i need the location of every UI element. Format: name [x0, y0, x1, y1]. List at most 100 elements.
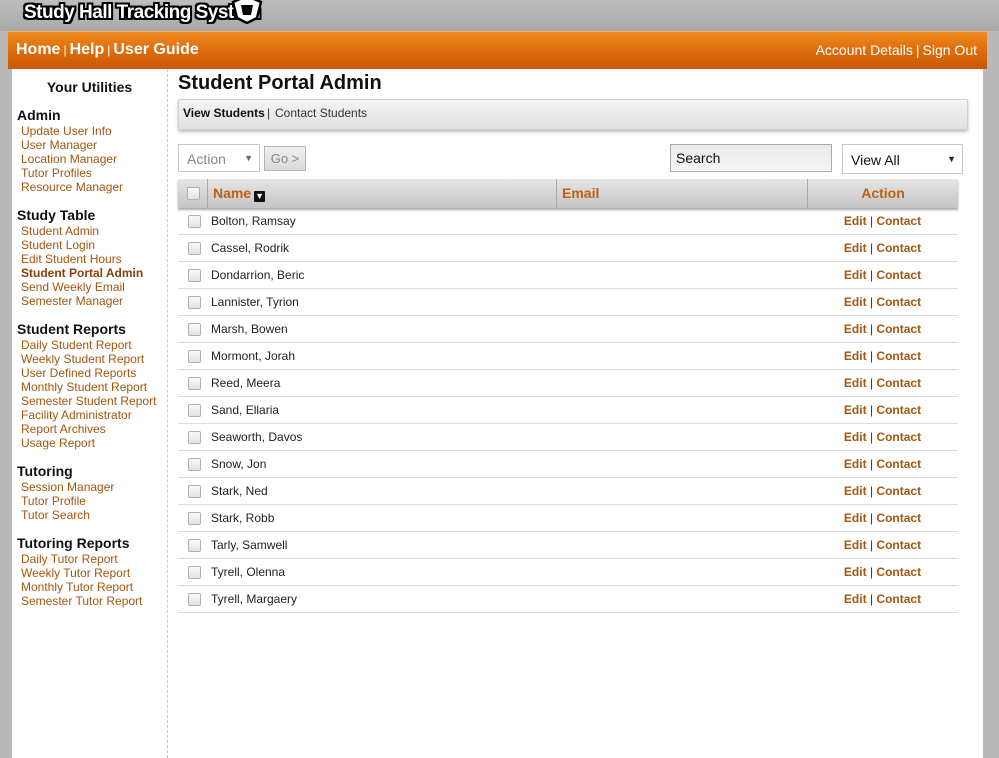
edit-link[interactable]: Edit	[844, 511, 867, 525]
row-checkbox[interactable]	[188, 242, 201, 255]
contact-link[interactable]: Contact	[876, 511, 921, 525]
sidebar-link-weekly-tutor-report[interactable]: Weekly Tutor Report	[21, 566, 130, 580]
contact-link[interactable]: Contact	[876, 241, 921, 255]
student-name: Cassel, Rodrik	[211, 241, 290, 255]
sidebar-link-student-admin[interactable]: Student Admin	[21, 224, 99, 238]
contact-link[interactable]: Contact	[876, 322, 921, 336]
row-checkbox[interactable]	[188, 404, 201, 417]
row-checkbox[interactable]	[188, 215, 201, 228]
contact-link[interactable]: Contact	[876, 268, 921, 282]
row-checkbox[interactable]	[188, 431, 201, 444]
edit-link[interactable]: Edit	[844, 214, 867, 228]
contact-link[interactable]: Contact	[876, 457, 921, 471]
nav-separator: |	[107, 43, 111, 57]
sidebar-link-edit-student-hours[interactable]: Edit Student Hours	[21, 252, 122, 266]
contact-link[interactable]: Contact	[876, 484, 921, 498]
contact-link[interactable]: Contact	[876, 403, 921, 417]
sidebar-link-student-login[interactable]: Student Login	[21, 238, 95, 252]
select-all-cell	[178, 179, 207, 208]
sidebar-link-daily-student-report[interactable]: Daily Student Report	[21, 338, 132, 352]
action-select-value: Action	[187, 151, 226, 167]
table-row: Marsh, Bowen Edit | Contact	[178, 316, 958, 343]
student-name: Dondarrion, Beric	[211, 268, 305, 282]
view-filter-select[interactable]: View All ▼	[842, 144, 963, 174]
table-row: Cassel, Rodrik Edit | Contact	[178, 235, 958, 262]
row-checkbox[interactable]	[188, 485, 201, 498]
row-checkbox[interactable]	[188, 296, 201, 309]
contact-link[interactable]: Contact	[876, 592, 921, 606]
sidebar-link-update-user-info[interactable]: Update User Info	[21, 124, 112, 138]
sort-down-icon[interactable]: ▼	[254, 191, 266, 202]
go-button[interactable]: Go >	[264, 146, 306, 171]
sidebar-link-semester-tutor-report[interactable]: Semester Tutor Report	[21, 594, 142, 608]
account-details-link[interactable]: Account Details	[816, 42, 913, 58]
sidebar-link-location-manager[interactable]: Location Manager	[21, 152, 117, 166]
row-checkbox[interactable]	[188, 566, 201, 579]
sidebar-link-student-portal-admin[interactable]: Student Portal Admin	[21, 266, 143, 280]
row-checkbox[interactable]	[188, 350, 201, 363]
sidebar-link-tutor-profiles[interactable]: Tutor Profiles	[21, 166, 92, 180]
edit-link[interactable]: Edit	[844, 376, 867, 390]
contact-link[interactable]: Contact	[876, 349, 921, 363]
action-select[interactable]: Action ▼	[178, 144, 260, 172]
sidebar-link-semester-manager[interactable]: Semester Manager	[21, 294, 123, 308]
row-checkbox[interactable]	[188, 458, 201, 471]
tab-view-students[interactable]: View Students	[183, 106, 265, 120]
row-checkbox[interactable]	[188, 512, 201, 525]
sidebar-link-weekly-student-report[interactable]: Weekly Student Report	[21, 352, 144, 366]
user-guide-link[interactable]: User Guide	[113, 41, 198, 58]
action-separator: |	[869, 592, 874, 606]
edit-link[interactable]: Edit	[844, 403, 867, 417]
column-header-name[interactable]: Name ▼	[207, 179, 556, 208]
contact-link[interactable]: Contact	[876, 565, 921, 579]
edit-link[interactable]: Edit	[844, 484, 867, 498]
edit-link[interactable]: Edit	[844, 268, 867, 282]
sidebar-link-user-manager[interactable]: User Manager	[21, 138, 97, 152]
row-checkbox[interactable]	[188, 269, 201, 282]
edit-link[interactable]: Edit	[844, 430, 867, 444]
sidebar-link-facility-administrator[interactable]: Facility Administrator	[21, 408, 132, 422]
edit-link[interactable]: Edit	[844, 592, 867, 606]
row-checkbox[interactable]	[188, 593, 201, 606]
search-input[interactable]	[670, 144, 832, 172]
sidebar-link-monthly-student-report[interactable]: Monthly Student Report	[21, 380, 147, 394]
row-checkbox[interactable]	[188, 377, 201, 390]
top-navbar: Home | Help | User Guide Account Details | Sig…	[8, 31, 987, 69]
sidebar-link-tutor-search[interactable]: Tutor Search	[21, 508, 90, 522]
column-header-email[interactable]: Email	[556, 179, 807, 208]
edit-link[interactable]: Edit	[844, 349, 867, 363]
sidebar-link-report-archives[interactable]: Report Archives	[21, 422, 106, 436]
app-logo[interactable]: Study Hall Tracking System	[24, 0, 261, 26]
edit-link[interactable]: Edit	[844, 538, 867, 552]
table-row: Tyrell, Olenna Edit | Contact	[178, 559, 958, 586]
contact-link[interactable]: Contact	[876, 430, 921, 444]
sidebar-link-user-defined-reports[interactable]: User Defined Reports	[21, 366, 136, 380]
sidebar-link-session-manager[interactable]: Session Manager	[21, 480, 114, 494]
help-link[interactable]: Help	[70, 41, 105, 58]
sign-out-link[interactable]: Sign Out	[923, 42, 977, 58]
contact-link[interactable]: Contact	[876, 214, 921, 228]
tab-contact-students[interactable]: Contact Students	[275, 106, 367, 120]
edit-link[interactable]: Edit	[844, 241, 867, 255]
action-separator: |	[869, 295, 874, 309]
edit-link[interactable]: Edit	[844, 565, 867, 579]
sidebar-link-resource-manager[interactable]: Resource Manager	[21, 180, 123, 194]
sidebar-link-monthly-tutor-report[interactable]: Monthly Tutor Report	[21, 580, 133, 594]
table-row: Mormont, Jorah Edit | Contact	[178, 343, 958, 370]
edit-link[interactable]: Edit	[844, 295, 867, 309]
student-table-body: Bolton, Ramsay Edit | Contact Cassel, Rodr…	[178, 208, 958, 613]
sidebar-link-daily-tutor-report[interactable]: Daily Tutor Report	[21, 552, 118, 566]
contact-link[interactable]: Contact	[876, 538, 921, 552]
edit-link[interactable]: Edit	[844, 322, 867, 336]
row-checkbox[interactable]	[188, 323, 201, 336]
sidebar-link-semester-student-report[interactable]: Semester Student Report	[21, 394, 156, 408]
sidebar-link-usage-report[interactable]: Usage Report	[21, 436, 95, 450]
sidebar-link-send-weekly-email[interactable]: Send Weekly Email	[21, 280, 125, 294]
contact-link[interactable]: Contact	[876, 376, 921, 390]
row-checkbox[interactable]	[188, 539, 201, 552]
home-link[interactable]: Home	[16, 41, 60, 58]
sidebar-link-tutor-profile[interactable]: Tutor Profile	[21, 494, 86, 508]
contact-link[interactable]: Contact	[876, 295, 921, 309]
select-all-checkbox[interactable]	[187, 187, 200, 200]
edit-link[interactable]: Edit	[844, 457, 867, 471]
